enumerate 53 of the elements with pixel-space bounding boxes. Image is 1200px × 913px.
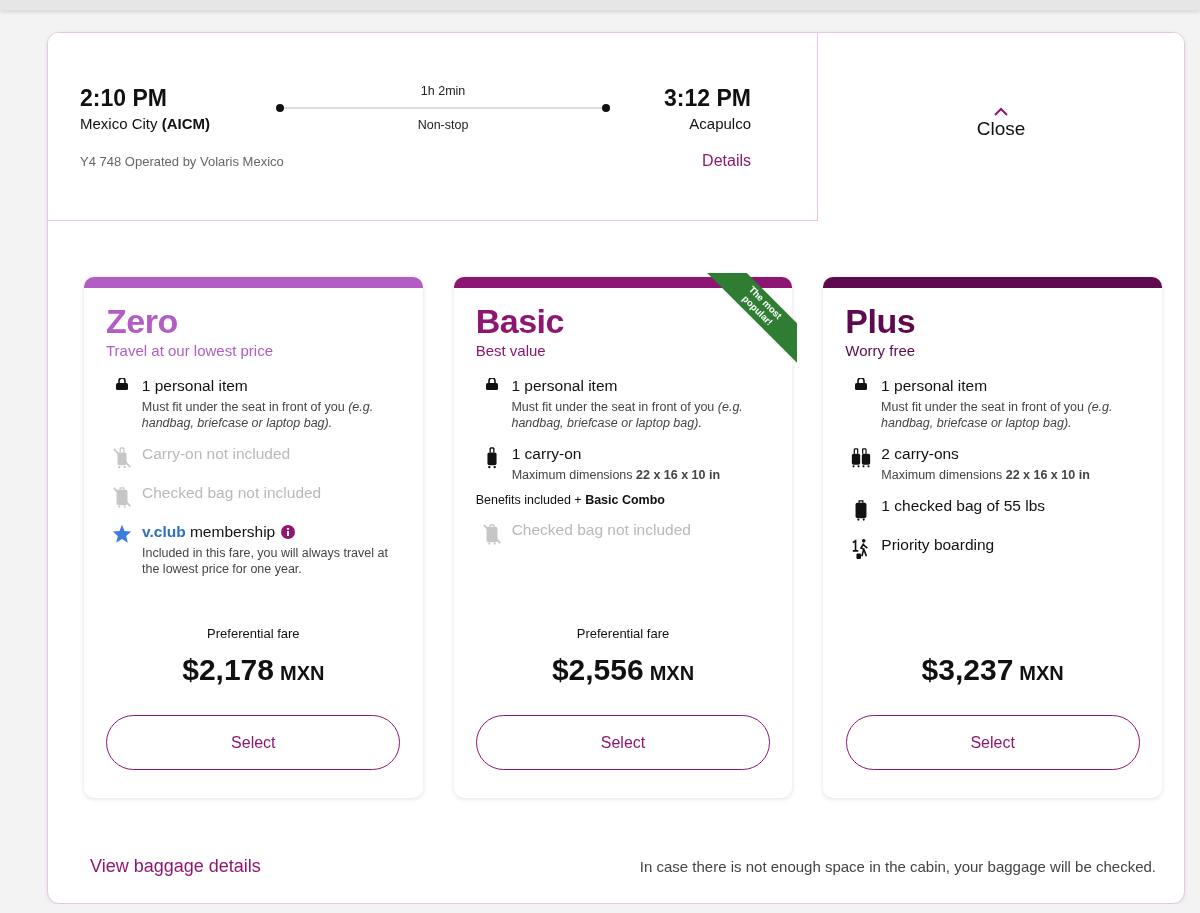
select-button[interactable]: Select [106,715,401,770]
feature-title: 1 checked bag of 55 lbs [881,497,1046,516]
price-label: Preferential fare [207,626,300,641]
fare-name: Zero [106,304,178,340]
fare-tagline: Best value [475,341,547,359]
baggage-note: In case there is not enough space in the cabin, your baggage will be checked. [639,858,1156,875]
crossed-luggage-icon [481,522,502,547]
flight-operator: Y4 748 Operated by Volaris Mexico [80,153,284,169]
fare-tagline: Worry free [845,341,917,359]
feature-title: Checked bag not included [511,521,691,540]
benefits-text: Benefits included + Basic Combo [475,493,666,508]
close-button[interactable]: Close [818,33,1184,221]
feature-title: 1 personal item [141,376,249,395]
info-icon[interactable] [281,525,296,540]
select-button[interactable]: Select [476,715,770,770]
feature-detail: Maximum dimensions 22 x 16 x 10 in [511,467,721,484]
feature-detail: Included in this fare, you will always travel at the lowest price for one year. [142,545,389,578]
feature-title: 1 personal item [511,376,619,395]
arrival-time: 3:12 PM [664,85,751,112]
feature-detail: Must fit under the seat in front of you (e.g. handbag, briefcase or laptop bag). [511,398,744,432]
feature-title: 1 carry-on [511,445,583,464]
baggage-details-link[interactable]: View baggage details [90,856,261,877]
crossed-suitcase-icon [112,446,132,471]
price-label: Preferential fare [576,626,670,641]
crossed-luggage-icon [112,485,132,510]
handbag-icon [114,377,129,390]
arrival-city: Acapulco [689,115,751,132]
caret-icon [994,106,1008,116]
fare-price: $2,178 MXN [182,653,325,687]
feature-title: Priority boarding [881,536,995,555]
handbag-icon [484,377,499,390]
feature-title: Checked bag not included [142,484,322,503]
feature-detail: Must fit under the seat in front of you (e.g. handbag, briefcase or laptop bag). [141,398,375,432]
flight-duration: 1h 2min [420,84,466,98]
select-button[interactable]: Select [845,715,1140,770]
star-icon [112,524,132,545]
fare-name: Plus [845,304,916,340]
feature-detail: Maximum dimensions 22 x 16 x 10 in [881,467,1090,484]
fare-price: $3,237 MXN [921,653,1064,687]
feature-title: v.club membership [142,523,276,542]
feature-title: 1 personal item [881,376,989,395]
feature-detail: Must fit under the seat in front of you (e.g. handbag, briefcase or laptop bag). [881,398,1114,432]
feature-title: 2 carry-ons [881,445,960,464]
departure-time: 2:10 PM [80,85,167,112]
fare-name: Basic [475,304,564,340]
handbag-icon [854,377,869,390]
flight-stops: Non-stop [417,118,469,132]
fare-tagline: Travel at our lowest price [106,341,274,359]
feature-title: Carry-on not included [142,445,291,464]
details-link[interactable]: Details [702,152,751,170]
departure-city: Mexico City (AICM) [80,115,210,132]
fare-price: $2,556 MXN [551,653,695,687]
route-line-icon [275,103,612,113]
